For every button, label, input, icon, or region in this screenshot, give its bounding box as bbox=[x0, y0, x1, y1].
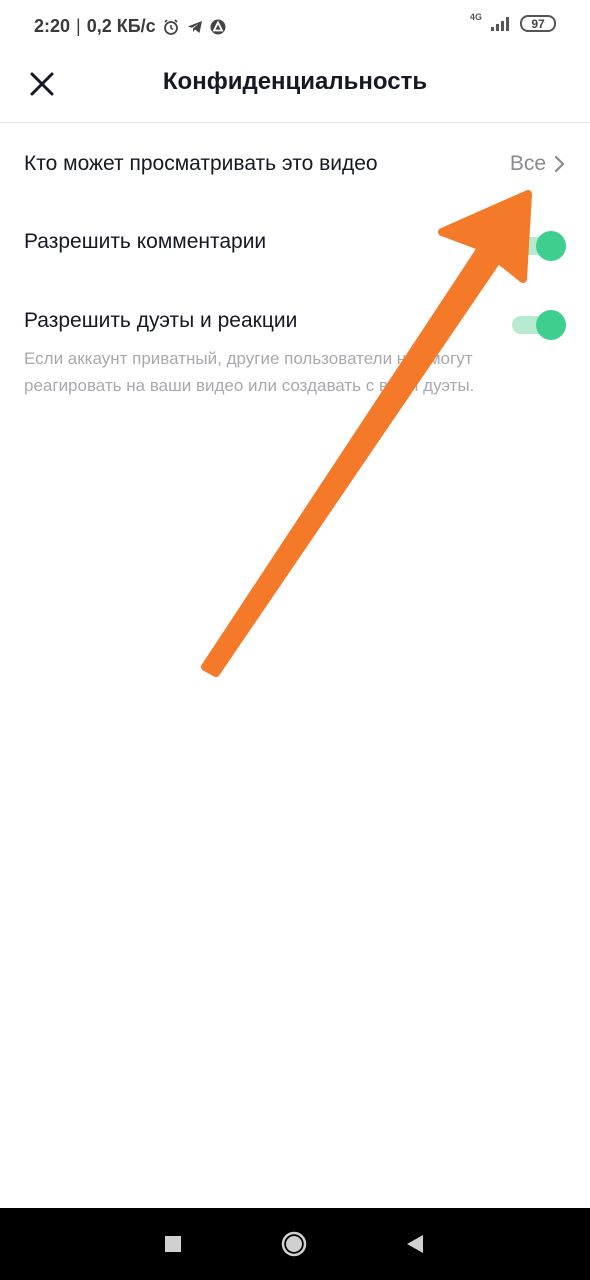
battery-icon: 97 bbox=[520, 15, 556, 32]
allow-duets-toggle[interactable] bbox=[512, 309, 566, 340]
network-type: 4G bbox=[469, 12, 482, 22]
arrow-shape bbox=[201, 190, 532, 677]
back-triangle-icon bbox=[407, 1235, 423, 1253]
page-title: Конфиденциальность bbox=[162, 68, 428, 95]
status-left: 2:20 | 0,2 КБ/с bbox=[34, 16, 226, 37]
recent-apps-button[interactable] bbox=[159, 1230, 187, 1258]
navigation-bar bbox=[0, 1208, 590, 1280]
toggle-knob bbox=[536, 310, 566, 340]
who-can-view-row[interactable]: Кто может просматривать это видео Все bbox=[24, 152, 566, 184]
annotation-arrow bbox=[201, 190, 532, 677]
status-time: 2:20 bbox=[34, 16, 71, 36]
alarm-icon bbox=[162, 18, 180, 36]
allow-duets-row: Разрешить дуэты и реакции bbox=[24, 309, 566, 341]
home-button[interactable] bbox=[280, 1230, 308, 1258]
signal-icon bbox=[490, 16, 512, 32]
status-bar: 2:20 | 0,2 КБ/с 4G 97 bbox=[0, 0, 590, 56]
circle-icon bbox=[281, 1231, 307, 1257]
status-right: 4G 97 bbox=[469, 12, 556, 32]
telegram-icon bbox=[186, 18, 204, 36]
who-can-view-label: Кто может просматривать это видео bbox=[24, 152, 378, 175]
allow-comments-row: Разрешить комментарии bbox=[24, 230, 566, 262]
back-button[interactable] bbox=[401, 1230, 429, 1258]
chevron-right-icon bbox=[554, 155, 565, 173]
who-can-view-value-wrap[interactable]: Все bbox=[510, 152, 566, 176]
app-icon bbox=[210, 19, 226, 35]
allow-comments-toggle[interactable] bbox=[512, 230, 566, 261]
toggle-knob bbox=[536, 231, 566, 261]
square-icon bbox=[165, 1236, 181, 1252]
allow-duets-label: Разрешить дуэты и реакции bbox=[24, 309, 298, 332]
status-speed: 0,2 КБ/с bbox=[86, 16, 156, 36]
allow-comments-label: Разрешить комментарии bbox=[24, 230, 267, 253]
allow-duets-description: Если аккаунт приватный, другие пользоват… bbox=[24, 349, 475, 395]
status-separator: | bbox=[76, 16, 81, 36]
who-can-view-value: Все bbox=[509, 152, 546, 175]
header: Конфиденциальность bbox=[0, 56, 590, 123]
privacy-screen: 2:20 | 0,2 КБ/с 4G 97 Конфиденциальность… bbox=[0, 0, 590, 1280]
